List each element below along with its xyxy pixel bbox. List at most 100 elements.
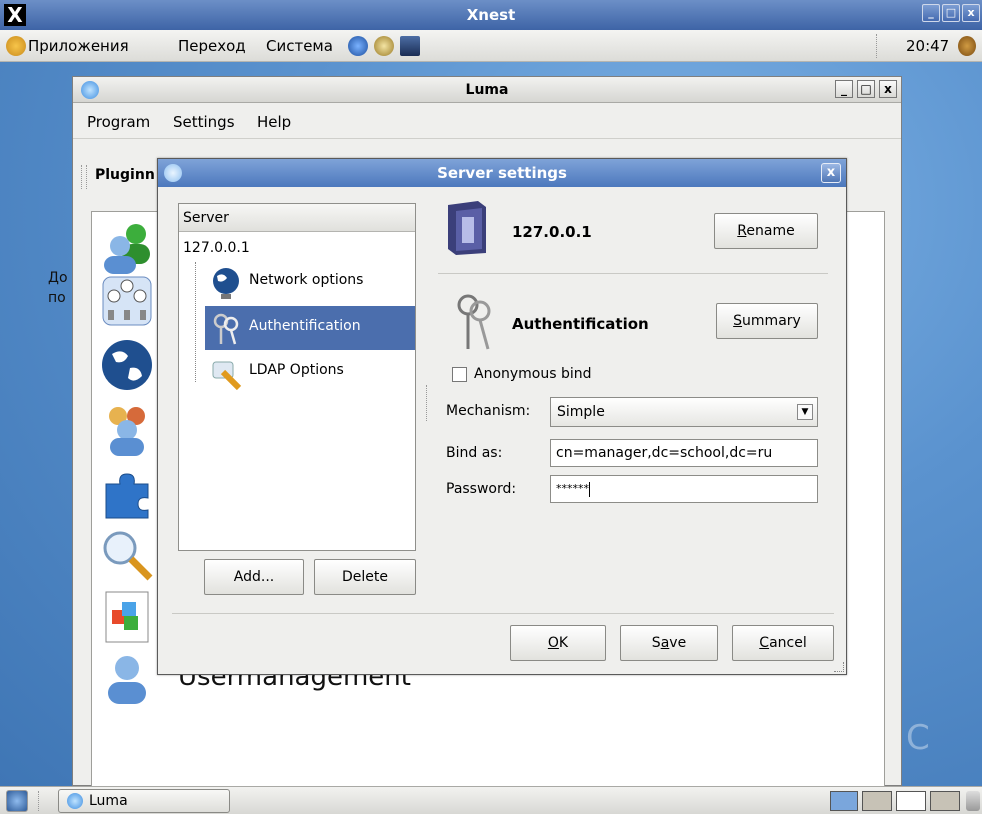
bottom-panel: Luma	[0, 786, 982, 814]
toolbar-handle[interactable]	[81, 165, 87, 189]
save-button[interactable]: Save	[620, 625, 718, 661]
resize-grip[interactable]	[834, 662, 844, 672]
luma-titlebar[interactable]: Luma _ □ x	[73, 77, 901, 103]
keys-icon	[457, 294, 491, 350]
add-server-button[interactable]: Add...	[204, 559, 304, 595]
workspace-4[interactable]	[930, 791, 960, 811]
desktop-background-letter: C	[906, 718, 930, 758]
tree-item-label: Network options	[249, 272, 364, 288]
xnest-titlebar[interactable]: X Xnest _ □ x	[0, 0, 982, 30]
bind-as-input[interactable]: cn=manager,dc=school,dc=ru	[550, 439, 818, 467]
template-icon[interactable]	[100, 590, 154, 644]
xnest-title-text: Xnest	[466, 6, 516, 24]
luma-app-icon[interactable]	[81, 81, 99, 99]
close-icon[interactable]: x	[879, 80, 897, 98]
menu-applications[interactable]: Приложения	[28, 37, 129, 55]
password-value: ******	[556, 482, 589, 495]
toolbar-plugin-label: Pluginn	[95, 167, 155, 183]
minimize-icon[interactable]: _	[922, 4, 940, 22]
mechanism-label: Mechanism:	[446, 403, 531, 419]
anonymous-bind-label: Anonymous bind	[474, 366, 592, 382]
workspace-2[interactable]	[862, 791, 892, 811]
luma-app-icon	[164, 164, 182, 182]
tree-item-label: Authentification	[249, 318, 361, 334]
close-icon[interactable]: x	[962, 4, 980, 22]
terminal-launcher-icon[interactable]	[400, 36, 420, 56]
bind-as-label: Bind as:	[446, 445, 503, 461]
taskbar-item-luma[interactable]: Luma	[58, 789, 230, 813]
chevron-down-icon[interactable]: ▼	[797, 404, 813, 420]
show-desktop-icon[interactable]	[6, 790, 28, 812]
tree-header[interactable]: Server	[179, 204, 415, 232]
maximize-icon[interactable]: □	[942, 4, 960, 22]
tree-item-network-options[interactable]: Network options	[205, 260, 415, 304]
rename-button-label: ename	[746, 223, 795, 239]
gnome-foot-icon[interactable]	[6, 36, 26, 56]
save-label-part1: S	[651, 635, 661, 651]
cancel-button[interactable]: Cancel	[732, 625, 834, 661]
network-globe-icon	[213, 268, 239, 299]
tree-item-ldap-options[interactable]: LDAP Options	[205, 350, 415, 394]
menu-program[interactable]: Program	[87, 113, 150, 131]
menu-help[interactable]: Help	[257, 113, 291, 131]
desktop-icon-label-2[interactable]: по	[48, 290, 66, 306]
summary-mnemonic: S	[733, 313, 743, 329]
password-input[interactable]: ******	[550, 475, 818, 503]
server-name: 127.0.0.1	[512, 223, 592, 241]
clock[interactable]: 20:47	[906, 37, 949, 55]
divider	[172, 613, 834, 614]
dialog-titlebar[interactable]: Server settings x	[158, 159, 846, 187]
users-icon[interactable]	[100, 220, 154, 274]
menu-system[interactable]: Система	[266, 37, 333, 55]
x-logo-icon[interactable]: X	[4, 4, 26, 26]
desktop-icon-label[interactable]: До	[48, 270, 68, 286]
taskbar-item-label: Luma	[89, 793, 128, 809]
minimize-icon[interactable]: _	[835, 80, 853, 98]
server-tree[interactable]: Server 127.0.0.1 Network options Authent…	[178, 203, 416, 551]
divider	[438, 273, 828, 274]
maximize-icon[interactable]: □	[857, 80, 875, 98]
anonymous-bind-checkbox[interactable]	[452, 367, 467, 382]
ok-button[interactable]: OK	[510, 625, 606, 661]
wrench-icon	[212, 361, 242, 390]
search-icon[interactable]	[100, 528, 154, 582]
summary-button[interactable]: Summary	[716, 303, 818, 339]
network-servers-icon[interactable]	[100, 274, 154, 328]
ok-button-label: K	[558, 635, 569, 651]
text-cursor	[589, 481, 590, 497]
workspace-1[interactable]	[830, 791, 858, 811]
mail-launcher-icon[interactable]	[374, 36, 394, 56]
tree-root-server[interactable]: 127.0.0.1	[183, 240, 250, 256]
auth-section-title: Authentification	[512, 315, 649, 333]
save-mnemonic: a	[660, 635, 670, 651]
menu-places[interactable]: Переход	[178, 37, 246, 55]
tree-item-label: LDAP Options	[249, 362, 344, 378]
mechanism-value: Simple	[557, 404, 605, 420]
panel-separator	[876, 34, 884, 58]
trash-icon[interactable]	[966, 791, 980, 811]
tree-line	[195, 262, 196, 382]
globe-icon[interactable]	[100, 338, 154, 392]
volume-icon[interactable]	[958, 36, 976, 56]
menu-settings[interactable]: Settings	[173, 113, 235, 131]
splitter-handle[interactable]	[426, 385, 432, 421]
rename-button[interactable]: Rename	[714, 213, 818, 249]
luma-app-icon	[67, 793, 83, 809]
user-icon[interactable]	[100, 652, 154, 706]
cancel-button-label: ancel	[769, 635, 807, 651]
server-icon	[448, 201, 486, 255]
top-panel: Приложения Переход Система 20:47	[0, 30, 982, 62]
puzzle-icon[interactable]	[100, 466, 154, 520]
ok-mnemonic: O	[547, 635, 559, 651]
group-icon[interactable]	[100, 402, 154, 456]
summary-button-label: ummary	[742, 313, 801, 329]
delete-server-button[interactable]: Delete	[314, 559, 416, 595]
xnest-window-controls: _ □ x	[922, 4, 980, 22]
workspace-3[interactable]	[896, 791, 926, 811]
tree-item-authentification[interactable]: Authentification	[205, 306, 415, 350]
mechanism-select[interactable]: Simple ▼	[550, 397, 818, 427]
close-icon[interactable]: x	[821, 163, 841, 183]
browser-launcher-icon[interactable]	[348, 36, 368, 56]
dialog-title-text: Server settings	[437, 164, 567, 182]
panel-separator	[38, 791, 44, 811]
